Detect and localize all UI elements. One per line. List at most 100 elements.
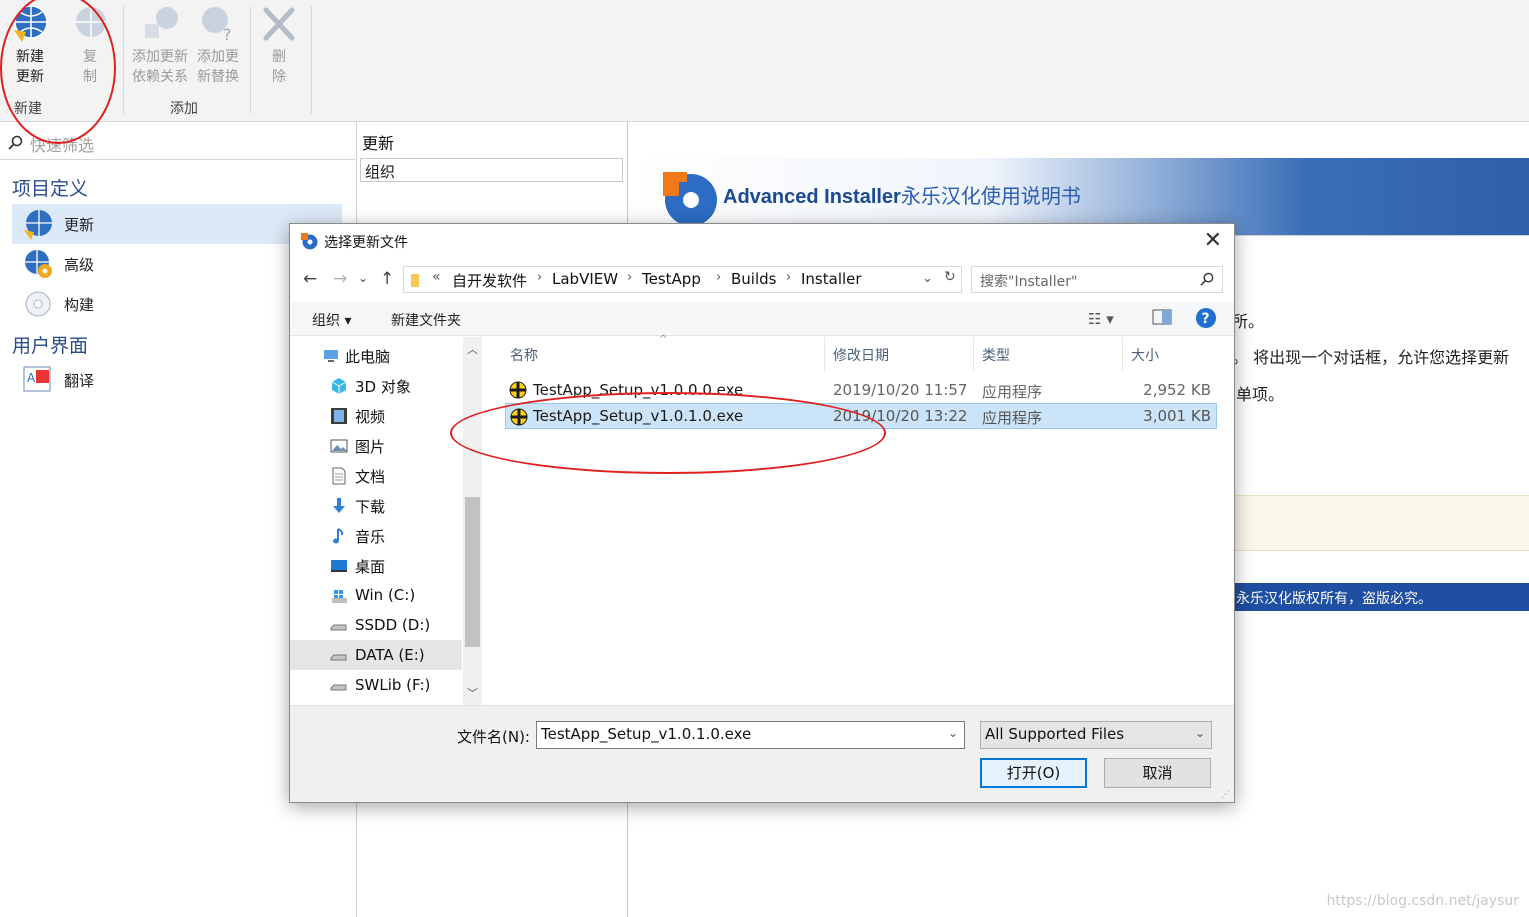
file-name: TestApp_Setup_v1.0.0.0.exe [533,381,744,399]
recent-chevron-icon[interactable]: ⌄ [358,271,368,285]
close-icon[interactable]: ✕ [1204,228,1222,253]
help-icon[interactable]: ? [1195,307,1217,333]
svg-text:A: A [27,371,36,385]
svg-text:?: ? [1202,311,1210,327]
chevron-down-icon[interactable]: ⌄ [1195,726,1205,740]
column-header-date[interactable]: 修改日期 [833,345,889,365]
breadcrumb-item[interactable]: Installer [801,270,862,288]
globe-copy-icon [76,7,106,37]
preview-pane-icon[interactable] [1152,308,1172,330]
music-icon [333,528,344,544]
new-update-button[interactable]: 新建 更新 [8,4,52,87]
tree-item-drive-e[interactable]: DATA (E:) [290,640,462,670]
filename-input[interactable]: TestApp_Setup_v1.0.1.0.exe ⌄ [536,721,965,749]
copyright-footer: 永乐汉化版权所有，盗版必究。 [1234,583,1529,611]
add-dependency-button[interactable]: 添加更新 依赖关系 [128,4,192,87]
file-row-selected[interactable]: TestApp_Setup_v1.0.1.0.exe 2019/10/20 13… [505,403,1217,429]
address-dropdown-icon[interactable]: ⌄ [922,271,933,286]
file-size: 3,001 KB [1143,407,1211,425]
copy-button[interactable]: 复 制 [70,4,110,87]
breadcrumb-chevron-icon[interactable]: › [786,270,791,285]
organize-menu-button[interactable]: 组织 ▾ [312,310,351,330]
scroll-up-icon[interactable]: ︿ [467,341,478,357]
file-type-select[interactable]: All Supported Files ⌄ [980,721,1212,749]
desktop-icon [331,560,347,572]
cancel-button[interactable]: 取消 [1104,758,1211,788]
advanced-installer-logo-icon [663,172,717,226]
refresh-icon[interactable]: ↻ [944,269,956,285]
ribbon-separator [123,6,124,114]
file-row[interactable]: TestApp_Setup_v1.0.0.0.exe 2019/10/20 11… [505,377,1217,403]
content-text-fragment: 单项。 [1236,385,1285,404]
tree-item-pictures[interactable]: 图片 [290,430,462,460]
delete-button[interactable]: 删 除 [258,4,300,87]
file-date: 2019/10/20 13:22 [833,407,968,425]
file-type: 应用程序 [982,409,1043,427]
organize-box[interactable]: 组织 [360,158,623,182]
filename-label: 文件名(N): [457,728,530,746]
breadcrumb-chevron-icon[interactable]: › [716,270,721,285]
forward-arrow-icon[interactable]: → [333,269,347,289]
group-label-add: 添加 [170,101,198,117]
tree-item-videos[interactable]: 视频 [290,400,462,430]
ribbon-separator [250,6,251,114]
tree-item-drive-f[interactable]: SWLib (F:) [290,670,462,700]
column-divider [973,337,974,371]
navigation-pane: 此电脑 3D 对象 视频 图片 文档 下载 音乐 桌面 Win (C:) SSD… [290,337,482,705]
column-header-name[interactable]: 名称 [510,345,538,365]
cube-icon [331,378,347,394]
delete-x-icon [263,7,295,41]
tree-item-3d-objects[interactable]: 3D 对象 [290,370,462,400]
open-button[interactable]: 打开(O) [980,758,1087,788]
search-icon [1200,272,1214,286]
quick-filter-placeholder: 快速筛选 [30,136,95,155]
document-icon [332,467,346,485]
up-arrow-icon[interactable]: ↑ [380,269,394,289]
navigation-scrollbar[interactable]: ︿ ﹀ [463,337,482,705]
back-arrow-icon[interactable]: ← [303,269,317,289]
file-size: 2,952 KB [1143,381,1211,399]
address-bar[interactable]: « 自开发软件 › LabVIEW › TestApp › Builds › I… [403,266,962,293]
column-header-type[interactable]: 类型 [982,345,1010,365]
dialog-titlebar: 选择更新文件 ✕ [290,224,1234,258]
file-date: 2019/10/20 11:57 [833,381,968,399]
drive-icon [330,684,347,691]
download-icon [333,498,345,513]
chevron-down-icon[interactable]: ⌄ [948,726,958,740]
banner-title: Advanced Installer永乐汉化使用说明书 [723,184,1081,208]
globe-update-icon [14,5,48,42]
dialog-search-input[interactable]: 搜索"Installer" [971,266,1223,293]
dialog-footer: 文件名(N): TestApp_Setup_v1.0.1.0.exe ⌄ All… [290,705,1234,802]
app-icon [301,233,318,250]
breadcrumb-item[interactable]: LabVIEW [552,270,618,288]
breadcrumb-chevron-icon[interactable]: › [627,270,632,285]
breadcrumb-overflow[interactable]: « [432,269,441,285]
installer-exe-icon [509,381,527,399]
search-placeholder: 搜索"Installer" [980,274,1078,290]
tree-item-downloads[interactable]: 下载 [290,490,462,520]
resize-grip-icon[interactable]: ⋰ [1221,790,1230,800]
tree-item-drive-d[interactable]: SSDD (D:) [290,610,462,640]
tree-item-documents[interactable]: 文档 [290,460,462,490]
scroll-down-icon[interactable]: ﹀ [467,685,478,701]
breadcrumb-item[interactable]: Builds [731,270,776,288]
translate-icon: A [23,366,51,392]
column-divider [1122,337,1123,371]
breadcrumb-item[interactable]: 自开发软件 [452,270,527,291]
add-replacement-button[interactable]: ? 添加更 新替换 [193,4,243,87]
file-type: 应用程序 [982,383,1043,401]
drive-icon [330,624,347,631]
middle-panel-header: 更新 [362,134,395,153]
tree-item-music[interactable]: 音乐 [290,520,462,550]
breadcrumb-item[interactable]: TestApp [642,270,701,288]
new-folder-button[interactable]: 新建文件夹 [391,310,461,330]
tree-item-this-pc[interactable]: 此电脑 [290,340,462,370]
breadcrumb-chevron-icon[interactable]: › [537,270,542,285]
view-options-icon[interactable]: ☷ ▾ [1088,310,1114,328]
column-header-size[interactable]: 大小 [1131,345,1159,365]
tree-item-drive-c[interactable]: Win (C:) [290,580,462,610]
tree-item-desktop[interactable]: 桌面 [290,550,462,580]
globe-gear-icon [25,250,52,278]
quick-filter-input[interactable]: 快速筛选 [0,126,355,160]
scrollbar-thumb[interactable] [465,497,480,647]
